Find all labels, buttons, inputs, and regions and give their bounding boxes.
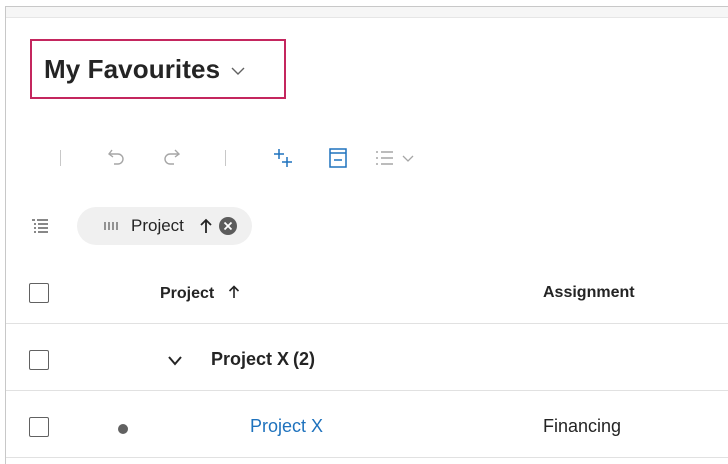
row-checkbox[interactable] xyxy=(29,350,49,370)
data-grid: Project Assignment Project X (2) Project … xyxy=(6,257,728,458)
chevron-down-icon xyxy=(231,67,245,75)
top-strip xyxy=(6,7,728,18)
group-label: Project X xyxy=(211,349,290,369)
redo-icon xyxy=(164,149,181,165)
view-title: My Favourites xyxy=(44,53,221,84)
table-header-row: Project Assignment xyxy=(6,257,728,324)
collapse-icon xyxy=(329,148,347,168)
grouping-bar: Project xyxy=(30,207,252,245)
row-checkbox[interactable] xyxy=(29,417,49,437)
group-by-chip-label: Project xyxy=(131,216,184,235)
view-selector[interactable]: My Favourites xyxy=(30,39,286,99)
chevron-down-icon xyxy=(402,155,414,162)
undo-button[interactable] xyxy=(105,143,129,173)
select-all-checkbox[interactable] xyxy=(29,283,49,303)
toolbar-separator xyxy=(60,150,61,166)
collapse-button[interactable] xyxy=(326,143,350,173)
table-row[interactable]: Project X Financing xyxy=(6,391,728,458)
main-panel: My Favourites Project Project Assignment… xyxy=(5,6,728,464)
redo-button[interactable] xyxy=(159,143,183,173)
command-bar xyxy=(54,141,418,175)
list-options-button[interactable] xyxy=(370,143,418,173)
status-dot-icon xyxy=(118,424,128,434)
drag-handle-icon[interactable] xyxy=(103,220,121,232)
clear-icon[interactable] xyxy=(218,216,238,236)
toolbar-separator xyxy=(225,150,226,166)
assignment-cell: Financing xyxy=(543,416,622,436)
group-row[interactable]: Project X (2) xyxy=(6,324,728,391)
column-header-assignment[interactable]: Assignment xyxy=(543,284,635,302)
column-header-project[interactable]: Project xyxy=(160,284,241,303)
arrow-up-icon xyxy=(228,285,239,298)
add-button[interactable] xyxy=(272,143,296,173)
list-icon xyxy=(376,151,393,165)
add-icon xyxy=(274,149,292,167)
group-title: Project X (2) xyxy=(211,349,315,370)
group-by-icon[interactable] xyxy=(30,216,50,236)
group-by-chip[interactable]: Project xyxy=(77,207,252,245)
project-link[interactable]: Project X xyxy=(250,416,323,437)
undo-icon xyxy=(108,149,124,165)
chevron-down-icon[interactable] xyxy=(167,355,183,367)
column-header-label: Project xyxy=(160,285,215,302)
group-count: (2) xyxy=(293,349,316,369)
arrow-up-icon[interactable] xyxy=(198,217,214,235)
